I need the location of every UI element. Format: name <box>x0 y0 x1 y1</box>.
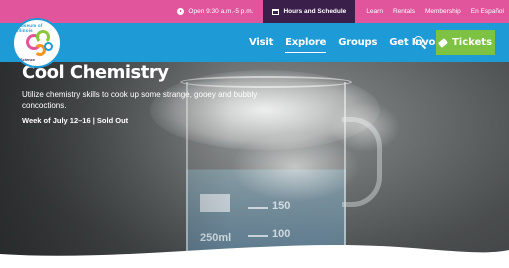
utility-link-espanol[interactable]: En Español <box>466 8 509 15</box>
utility-links: Learn Rentals Membership En Español <box>355 0 509 23</box>
page: Open 9:30 a.m.-5 p.m. Hours and Schedule… <box>0 0 509 268</box>
utility-link-membership[interactable]: Membership <box>420 8 466 15</box>
utility-link-rentals[interactable]: Rentals <box>388 8 420 15</box>
main-nav: Visit Explore Groups Get Involved Ticket… <box>0 23 509 62</box>
mist <box>330 102 400 152</box>
utility-bar: Open 9:30 a.m.-5 p.m. Hours and Schedule… <box>0 0 509 23</box>
nav-item-groups[interactable]: Groups <box>332 37 383 48</box>
ticket-icon <box>437 37 448 48</box>
hours-schedule-button[interactable]: Hours and Schedule <box>263 0 356 23</box>
hero-wave-divider <box>0 244 509 268</box>
clock-icon <box>177 8 185 15</box>
nav-item-explore[interactable]: Explore <box>279 37 332 53</box>
tickets-label: Tickets <box>451 37 493 48</box>
tickets-button[interactable]: Tickets <box>436 30 495 55</box>
hours-schedule-label: Hours and Schedule <box>283 8 347 15</box>
nav-links: Visit Explore Groups Get Involved <box>243 23 464 62</box>
utility-link-learn[interactable]: Learn <box>361 8 388 15</box>
logo-bottom-text: Science <box>20 57 36 62</box>
hours-text: Open 9:30 a.m.-5 p.m. <box>188 8 254 15</box>
hero-date: Week of July 12–16 | Sold Out <box>22 116 129 125</box>
search-icon[interactable] <box>413 35 427 50</box>
calendar-icon <box>272 8 280 15</box>
site-logo[interactable]: Museum of Illinois Science <box>12 18 62 68</box>
hours-info: Open 9:30 a.m.-5 p.m. <box>177 0 263 23</box>
hero-description: Utilize chemistry skills to cook up some… <box>22 90 258 110</box>
nav-item-visit[interactable]: Visit <box>243 37 279 48</box>
beaker-tick <box>248 207 268 209</box>
